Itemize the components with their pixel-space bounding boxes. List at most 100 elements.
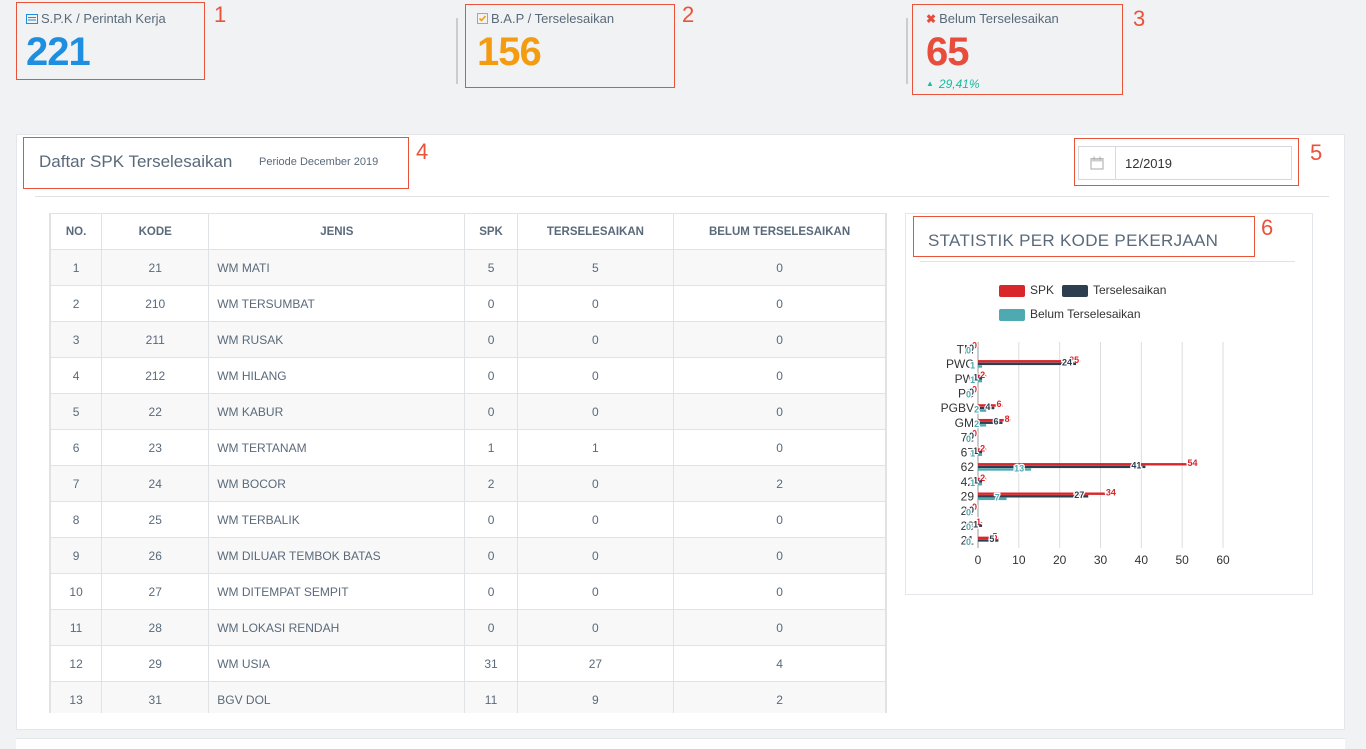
cell-jenis: WM TERSUMBAT xyxy=(208,285,466,322)
cell-kode: 28 xyxy=(101,609,210,646)
cell-jenis: WM BOCOR xyxy=(208,465,466,502)
data-label: 7 xyxy=(995,493,1000,503)
table-row: 12 29 WM USIA 31 27 4 xyxy=(50,645,886,682)
stat-trend: ▲ 29,41% xyxy=(926,77,980,91)
table-body: 1 21 WM MATI 5 5 0 2 210 WM TERSUMBAT 0 0 0 3 211 WM R… xyxy=(50,249,886,713)
legend-item-terselesaikan[interactable]: Terselesaikan xyxy=(1062,283,1166,297)
cell-jenis: BGV DOL xyxy=(208,681,466,713)
cell-jenis: WM HILANG xyxy=(208,357,466,394)
data-label: 1 xyxy=(970,449,975,459)
next-panel-edge xyxy=(16,738,1345,749)
calendar-icon xyxy=(1090,156,1104,170)
data-label: 13 xyxy=(1014,463,1024,473)
stat-trend-value: 29,41% xyxy=(938,77,980,91)
bar-terselesaikan xyxy=(978,539,999,542)
cell-spk: 0 xyxy=(464,393,518,430)
annotation-number-3: 3 xyxy=(1133,6,1146,31)
cell-jenis: WM TERBALIK xyxy=(208,501,466,538)
bar-terselesaikan xyxy=(978,450,983,454)
col-belum: BELUM TERSELESAIKAN xyxy=(673,213,886,250)
data-label: 5 xyxy=(989,534,994,544)
cell-spk: 1 xyxy=(464,429,518,466)
annotation-number-5: 5 xyxy=(1310,140,1323,165)
cell-no: 9 xyxy=(50,537,103,574)
cell-terselesaikan: 0 xyxy=(516,609,675,646)
cell-belum: 0 xyxy=(673,609,886,646)
times-icon: ✖ xyxy=(926,12,937,26)
data-label: 1 xyxy=(970,375,975,385)
cell-no: 10 xyxy=(50,573,103,610)
cell-no: 13 xyxy=(50,681,103,713)
cell-kode: 29 xyxy=(101,645,210,682)
stat-divider xyxy=(456,18,458,84)
data-label: 24 xyxy=(1062,358,1072,368)
cell-spk: 5 xyxy=(464,249,518,286)
cell-belum: 2 xyxy=(673,681,886,713)
cell-spk: 0 xyxy=(464,501,518,538)
table-row: 5 22 WM KABUR 0 0 0 xyxy=(50,393,886,430)
cell-belum: 0 xyxy=(673,573,886,610)
table-header-row: NO. KODE JENIS SPK TERSELESAIKAN BELUM T… xyxy=(50,213,886,250)
table-row: 1 21 WM MATI 5 5 0 xyxy=(50,249,886,286)
cell-no: 2 xyxy=(50,285,103,322)
stat-bap-label-text: B.A.P / Terselesaikan xyxy=(491,11,615,26)
date-value[interactable]: 12/2019 xyxy=(1125,156,1172,171)
legend-item-spk[interactable]: SPK xyxy=(999,283,1054,297)
cell-no: 12 xyxy=(50,645,103,682)
y-tick-label: PGBV xyxy=(941,401,974,415)
table-row: 8 25 WM TERBALIK 0 0 0 xyxy=(50,501,886,538)
cell-belum: 0 xyxy=(673,321,886,358)
spk-table: NO. KODE JENIS SPK TERSELESAIKAN BELUM T… xyxy=(50,213,886,713)
cell-kode: 211 xyxy=(101,321,210,358)
spk-table-wrapper[interactable]: NO. KODE JENIS SPK TERSELESAIKAN BELUM T… xyxy=(49,213,887,713)
data-label: 6 xyxy=(993,417,998,427)
data-label: 34 xyxy=(1106,488,1116,498)
cell-kode: 23 xyxy=(101,429,210,466)
data-label: 27 xyxy=(1074,490,1084,500)
bar-terselesaikan xyxy=(978,421,1003,424)
cell-no: 4 xyxy=(50,357,103,394)
cell-jenis: WM LOKASI RENDAH xyxy=(208,609,466,646)
cell-terselesaikan: 0 xyxy=(516,465,675,502)
cell-belum: 0 xyxy=(673,285,886,322)
table-row: 9 26 WM DILUAR TEMBOK BATAS 0 0 0 xyxy=(50,537,886,574)
bar-terselesaikan xyxy=(978,465,1146,469)
y-tick-label: GM xyxy=(955,416,974,430)
cell-no: 1 xyxy=(50,249,103,286)
cell-terselesaikan: 0 xyxy=(516,285,675,322)
cell-belum: 0 xyxy=(673,429,886,466)
chart-title: STATISTIK PER KODE PEKERJAAN xyxy=(928,231,1219,250)
data-label: 0 xyxy=(966,346,971,356)
cell-kode: 25 xyxy=(101,501,210,538)
col-spk: SPK xyxy=(464,213,518,250)
date-addon[interactable] xyxy=(1079,147,1116,179)
cell-terselesaikan: 0 xyxy=(516,393,675,430)
stat-belum-label: ✖ Belum Terselesaikan xyxy=(926,11,1059,26)
cell-terselesaikan: 27 xyxy=(516,645,675,682)
stat-bap-value: 156 xyxy=(477,30,542,74)
y-tick-label: 62 xyxy=(961,460,975,474)
bar-terselesaikan xyxy=(978,480,983,483)
stat-belum-label-text: Belum Terselesaikan xyxy=(939,11,1059,26)
cell-spk: 31 xyxy=(464,645,518,682)
cell-belum: 0 xyxy=(673,357,886,394)
cell-spk: 0 xyxy=(464,357,518,394)
col-jenis: JENIS xyxy=(208,213,466,250)
data-label: 1 xyxy=(973,520,978,530)
data-label: 1 xyxy=(970,360,975,370)
period-date-input[interactable]: 12/2019 xyxy=(1078,146,1292,180)
bar-terselesaikan xyxy=(978,377,983,380)
data-label: 6 xyxy=(996,399,1001,409)
table-row: 3 211 WM RUSAK 0 0 0 xyxy=(50,321,886,358)
cell-jenis: WM RUSAK xyxy=(208,321,466,358)
annotation-number-1: 1 xyxy=(214,2,227,27)
legend-item-belum[interactable]: Belum Terselesaikan xyxy=(999,307,1141,321)
data-label: 0 xyxy=(966,390,971,400)
cell-spk: 2 xyxy=(464,465,518,502)
cell-kode: 31 xyxy=(101,681,210,713)
cell-terselesaikan: 0 xyxy=(516,357,675,394)
data-label: 0 xyxy=(966,434,971,444)
cell-terselesaikan: 0 xyxy=(516,537,675,574)
cell-kode: 26 xyxy=(101,537,210,574)
cell-no: 8 xyxy=(50,501,103,538)
